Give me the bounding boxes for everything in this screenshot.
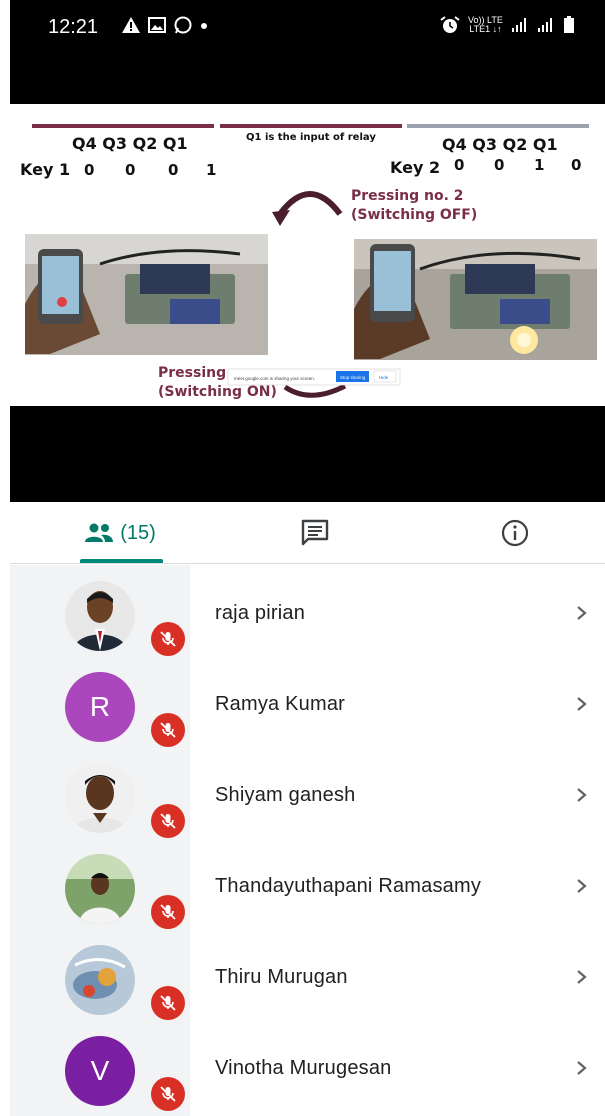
avatar [65, 854, 135, 924]
key1-q3: 0 [125, 161, 135, 179]
pressing-on-line2: (Switching ON) [158, 384, 277, 400]
key2-q3: 0 [494, 156, 504, 174]
muted-mic-badge [151, 895, 185, 929]
key1-q1: 1 [206, 161, 216, 179]
hide-banner-label: Hide [379, 375, 389, 380]
circuit-photo-right [354, 239, 597, 360]
shared-screen-slide: Q4 Q3 Q2 Q1 Q1 is the input of relay Q4 … [10, 104, 605, 406]
status-time: 12:21 [48, 16, 99, 38]
participant-name: Thiru Murugan [215, 966, 348, 988]
image-icon [148, 17, 166, 33]
pressing-on-line1: Pressing [158, 365, 226, 381]
mic-off-icon [160, 722, 176, 738]
muted-mic-badge [151, 713, 185, 747]
video-letterbox [10, 406, 605, 502]
pressing-off-line1: Pressing no. 2 [351, 188, 464, 204]
participant-name: Shiyam ganesh [215, 784, 356, 806]
dot-icon [201, 23, 207, 29]
curve-arrow-bottom [283, 383, 347, 398]
participant-name: Thandayuthapani Ramasamy [215, 875, 482, 897]
participant-row[interactable]: V Vinotha Murugesan [10, 1020, 605, 1111]
key1-label: Key 1 [20, 160, 70, 179]
warning-icon [122, 17, 140, 33]
chevron-right-icon[interactable] [575, 878, 589, 894]
mic-off-icon [160, 813, 176, 829]
status-right-icons: Vo)) LTE LTE1 ↓↑ [440, 16, 575, 34]
mic-off-icon [160, 995, 176, 1011]
key2-label: Key 2 [390, 158, 440, 177]
chat-icon [301, 519, 329, 546]
tab-info[interactable] [490, 502, 540, 564]
avatar: R [65, 672, 135, 742]
key1-q2: 0 [168, 161, 178, 179]
tab-chat[interactable] [290, 502, 340, 564]
avatar [65, 945, 135, 1015]
alarm-icon [440, 16, 460, 33]
participant-row[interactable]: R Ramya Kumar [10, 656, 605, 747]
circuit-photo-left [25, 234, 268, 355]
key2-q4: 0 [454, 156, 464, 174]
people-icon [85, 523, 114, 542]
muted-mic-badge [151, 804, 185, 838]
avatar-letter: V [90, 1055, 110, 1086]
chevron-right-icon[interactable] [575, 696, 589, 712]
avatar [65, 581, 135, 651]
battery-icon [563, 16, 574, 33]
status-bar: 12:21 Vo)) LTE LTE1 ↓↑ [10, 0, 605, 104]
key1-q4: 0 [84, 161, 94, 179]
chevron-right-icon[interactable] [575, 605, 589, 621]
pressing-off-line2: (Switching OFF) [351, 207, 477, 223]
muted-mic-badge [151, 1077, 185, 1111]
participant-list: raja pirian R Ramya Kumar Shiyam ganesh … [10, 565, 605, 1116]
key2-q1: 0 [571, 156, 581, 174]
arrow-head-top [272, 210, 290, 226]
stop-sharing-button[interactable]: Stop sharing [336, 371, 369, 382]
avatar-letter: R [89, 691, 111, 722]
slide-right-header: Q4 Q3 Q2 Q1 [442, 135, 558, 154]
tab-people[interactable]: (15) [70, 502, 170, 564]
chevron-right-icon[interactable] [575, 969, 589, 985]
whatsapp-icon [174, 16, 192, 34]
mic-off-icon [160, 1086, 176, 1102]
key2-q2: 1 [534, 156, 544, 174]
slide-rule-left [32, 124, 214, 128]
mic-off-icon [160, 631, 176, 647]
hide-banner-button[interactable]: Hide [373, 370, 397, 383]
stop-sharing-label: Stop sharing [340, 375, 366, 380]
meeting-tabs: (15) [10, 502, 605, 564]
slide-rule-mid [220, 124, 402, 128]
chevron-right-icon[interactable] [575, 1060, 589, 1076]
participant-row[interactable]: Shiyam ganesh [10, 747, 605, 838]
participant-name: raja pirian [215, 602, 306, 624]
muted-mic-badge [151, 986, 185, 1020]
status-left-icons [122, 16, 208, 34]
slide-rule-right [407, 124, 589, 128]
info-icon [501, 519, 529, 547]
participant-row[interactable]: raja pirian [10, 565, 605, 656]
signal-icon [537, 18, 552, 32]
participant-name: Ramya Kumar [215, 693, 346, 715]
slide-left-header: Q4 Q3 Q2 Q1 [72, 134, 188, 153]
people-count: (15) [120, 521, 156, 544]
mic-off-icon [160, 904, 176, 920]
avatar [65, 763, 135, 833]
slide-canvas: Q4 Q3 Q2 Q1 Q1 is the input of relay Q4 … [20, 124, 597, 400]
participant-row[interactable]: Thandayuthapani Ramasamy [10, 838, 605, 929]
volte-lte-icon: Vo)) LTE LTE1 ↓↑ [468, 15, 503, 34]
slide-note: Q1 is the input of relay [246, 132, 376, 143]
avatar: V [65, 1036, 135, 1106]
signal-icon [511, 18, 526, 32]
share-banner-text: meet.google.com is sharing your screen. [234, 376, 315, 381]
chevron-right-icon[interactable] [575, 787, 589, 803]
muted-mic-badge [151, 622, 185, 656]
participant-name: Vinotha Murugesan [215, 1057, 392, 1079]
participant-row[interactable]: Thiru Murugan [10, 929, 605, 1020]
active-tab-indicator [80, 559, 163, 563]
